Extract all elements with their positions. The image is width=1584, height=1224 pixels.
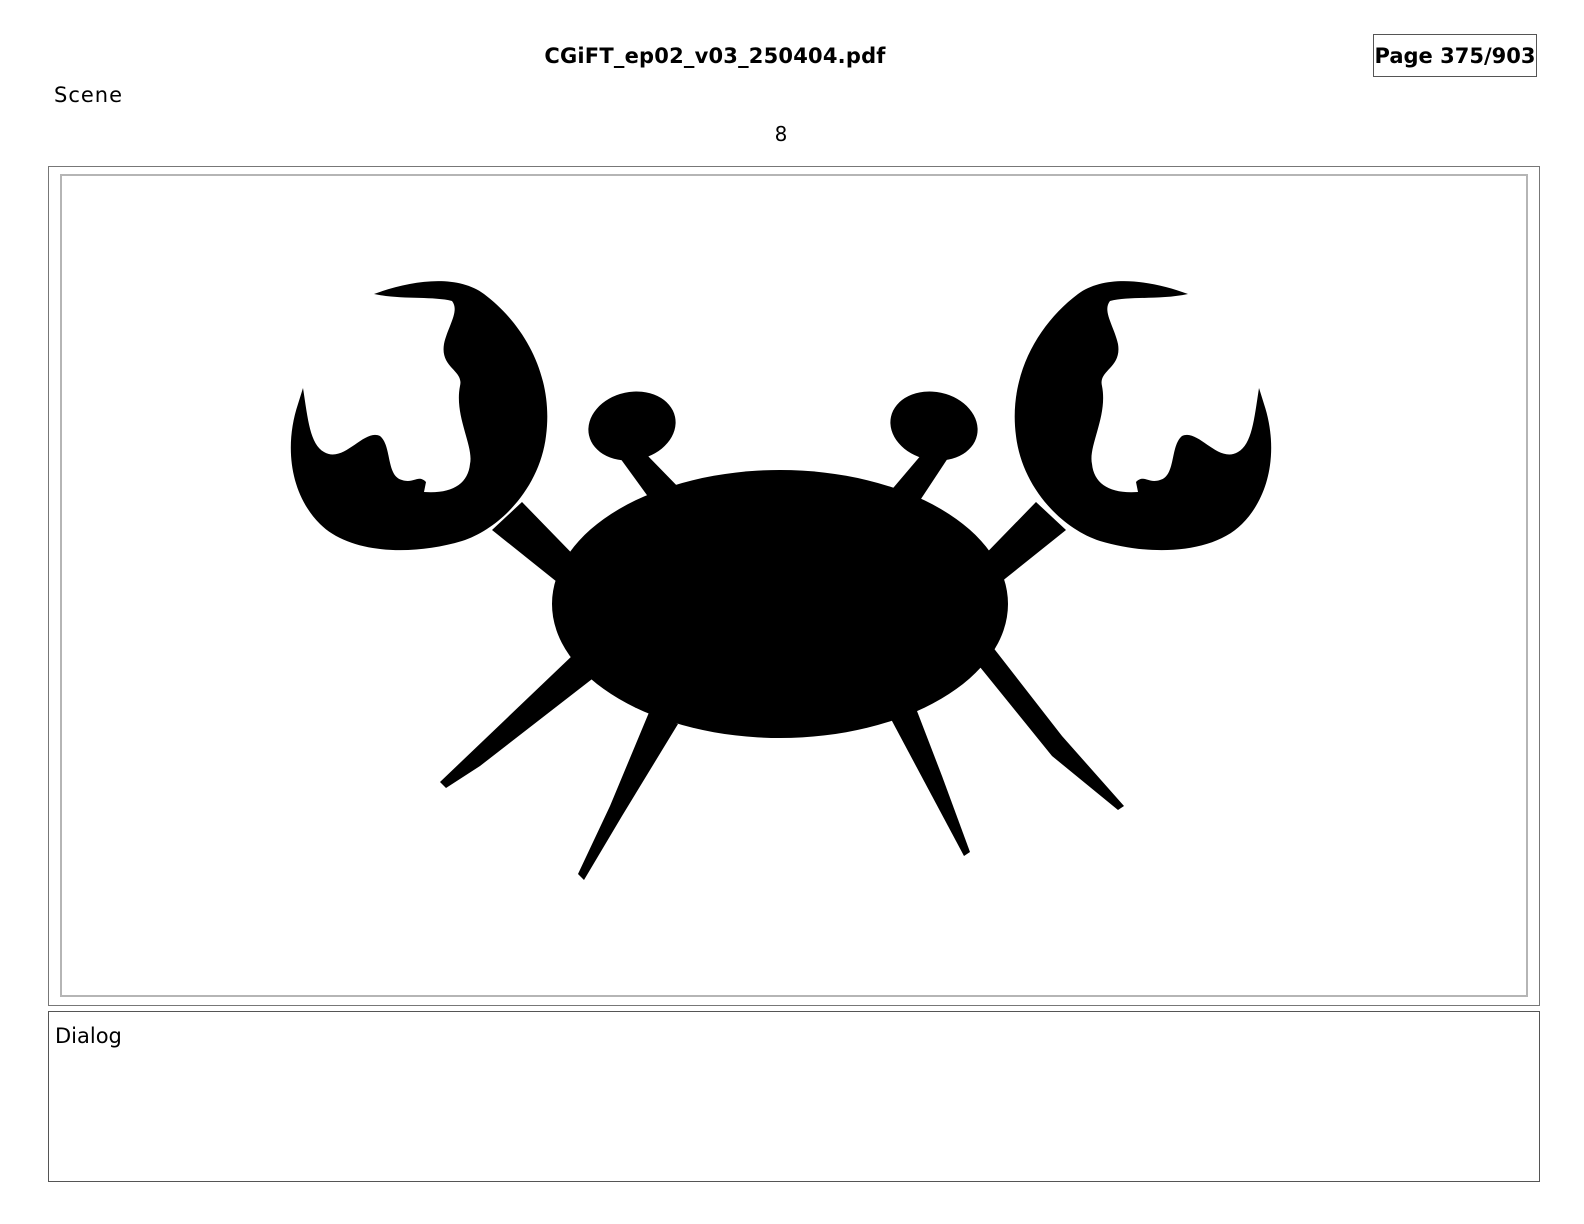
crab-silhouette-icon <box>290 281 1272 880</box>
dialog-label: Dialog <box>55 1024 122 1048</box>
left-eye <box>588 391 676 461</box>
panel-frame <box>60 174 1528 997</box>
right-claw <box>1014 281 1272 551</box>
page-indicator: Page 375/903 <box>1373 34 1537 77</box>
crab-body <box>552 470 1008 738</box>
left-claw <box>290 281 548 551</box>
right-eye <box>890 391 978 461</box>
document-title: CGiFT_ep02_v03_250404.pdf <box>544 44 886 68</box>
left-leg-inner <box>578 710 678 880</box>
dialog-box: Dialog <box>48 1011 1540 1182</box>
right-leg-outer <box>967 646 1124 810</box>
scene-number: 8 <box>774 122 788 146</box>
right-leg-inner <box>884 698 970 856</box>
scene-label: Scene <box>54 83 124 107</box>
left-leg-outer <box>440 654 596 788</box>
storyboard-panel <box>48 166 1540 1006</box>
